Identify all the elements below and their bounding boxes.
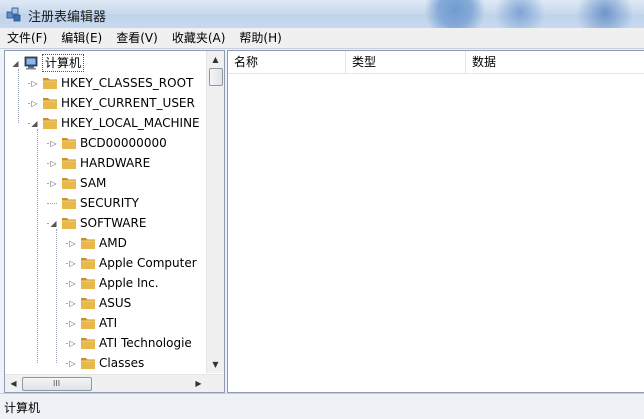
scroll-left-arrow-icon[interactable]: ◀: [5, 375, 22, 392]
window-title: 注册表编辑器: [28, 10, 107, 25]
tree-node[interactable]: ◢ 计算机: [5, 53, 207, 73]
folder-icon: [81, 358, 95, 369]
tree-node-label: ASUS: [99, 296, 132, 310]
tree-node-label: HKEY_LOCAL_MACHINE: [61, 116, 200, 130]
tree-node[interactable]: ▷ ATI Technologie: [5, 333, 207, 353]
tree-node[interactable]: ▷ HARDWARE: [5, 153, 207, 173]
menu-help[interactable]: 帮助(H): [232, 28, 288, 48]
folder-icon: [43, 118, 57, 129]
scroll-right-arrow-icon[interactable]: ▶: [190, 375, 207, 392]
tree-node[interactable]: ▷ Classes: [5, 353, 207, 373]
folder-icon: [62, 158, 76, 169]
tree-node[interactable]: ▷ SAM: [5, 173, 207, 193]
folder-icon: [43, 98, 57, 109]
expand-arrow-icon[interactable]: ▷: [68, 239, 77, 248]
horizontal-scroll-thumb[interactable]: III: [22, 377, 92, 391]
expand-arrow-icon[interactable]: ▷: [30, 99, 39, 108]
tree-node-label: BCD00000000: [80, 136, 167, 150]
scroll-down-arrow-icon[interactable]: ▼: [207, 356, 224, 373]
folder-icon: [62, 178, 76, 189]
vertical-scroll-thumb[interactable]: [209, 68, 223, 86]
tree-node[interactable]: ▷ HKEY_CLASSES_ROOT: [5, 73, 207, 93]
column-data[interactable]: 数据: [466, 51, 644, 73]
tree-node-label: Apple Inc.: [99, 276, 159, 290]
tree-node[interactable]: ◢ HKEY_LOCAL_MACHINE: [5, 113, 207, 133]
expand-arrow-icon[interactable]: ▷: [68, 319, 77, 328]
expand-arrow-icon[interactable]: ▷: [49, 179, 58, 188]
menu-file[interactable]: 文件(F): [0, 28, 54, 48]
tree-node-label: HKEY_CURRENT_USER: [61, 96, 195, 110]
tree-vertical-scrollbar[interactable]: ▲ ▼: [206, 51, 224, 373]
tree-node[interactable]: ◢ SOFTWARE: [5, 213, 207, 233]
list-header: 名称 类型 数据: [228, 51, 644, 74]
expand-arrow-icon[interactable]: ▷: [49, 139, 58, 148]
folder-icon: [81, 298, 95, 309]
tree-node-label: HARDWARE: [80, 156, 151, 170]
tree-node-label: Apple Computer: [99, 256, 197, 270]
tree-node-label: HKEY_CLASSES_ROOT: [61, 76, 194, 90]
tree-node[interactable]: ▷ BCD00000000: [5, 133, 207, 153]
scroll-corner: [207, 375, 224, 392]
folder-icon: [62, 218, 76, 229]
folder-icon: [62, 138, 76, 149]
tree-node[interactable]: ▷ HKEY_CURRENT_USER: [5, 93, 207, 113]
expand-arrow-icon[interactable]: ▷: [68, 299, 77, 308]
folder-icon: [62, 198, 76, 209]
status-path: 计算机: [4, 401, 41, 415]
tree-node[interactable]: ▷ Apple Inc.: [5, 273, 207, 293]
folder-icon: [81, 278, 95, 289]
collapse-arrow-icon[interactable]: ◢: [11, 59, 20, 68]
menu-favorites[interactable]: 收藏夹(A): [165, 28, 233, 48]
expand-arrow-icon[interactable]: ▷: [68, 339, 77, 348]
regedit-app-icon[interactable]: [6, 6, 22, 22]
expand-arrow-icon[interactable]: ▷: [49, 159, 58, 168]
tree-node[interactable]: ▷ ATI: [5, 313, 207, 333]
tree-node-label: AMD: [99, 236, 127, 250]
tree-node-label: SECURITY: [80, 196, 139, 210]
tree-node-label: ATI Technologie: [99, 336, 192, 350]
key-tree-pane[interactable]: ◢ 计算机 ▷ HKEY_CLASSES_ROOT ▷ HKEY_CURRENT_USER…: [4, 50, 225, 393]
tree-node[interactable]: SECURITY: [5, 193, 207, 213]
tree-node[interactable]: ▷ ASUS: [5, 293, 207, 313]
folder-icon: [81, 258, 95, 269]
column-type[interactable]: 类型: [346, 51, 466, 73]
folder-icon: [81, 238, 95, 249]
tree-node-label: SOFTWARE: [80, 216, 147, 230]
folder-icon: [81, 318, 95, 329]
tree-horizontal-scrollbar[interactable]: ◀ III ▶: [5, 374, 224, 392]
expand-arrow-icon[interactable]: ▷: [68, 279, 77, 288]
computer-icon: [24, 56, 38, 70]
folder-icon: [81, 338, 95, 349]
menu-bar: 文件(F) 编辑(E) 查看(V) 收藏夹(A) 帮助(H): [0, 28, 644, 49]
values-list-pane[interactable]: 名称 类型 数据: [227, 50, 644, 393]
column-name[interactable]: 名称: [228, 51, 346, 73]
expand-arrow-icon[interactable]: ▷: [68, 259, 77, 268]
collapse-arrow-icon[interactable]: ◢: [30, 119, 39, 128]
tree-node[interactable]: ▷ Apple Computer: [5, 253, 207, 273]
menu-view[interactable]: 查看(V): [109, 28, 165, 48]
expand-arrow-icon[interactable]: ▷: [30, 79, 39, 88]
scroll-thumb-grip: III: [53, 379, 61, 388]
collapse-arrow-icon[interactable]: ◢: [49, 219, 58, 228]
tree-node-label: SAM: [80, 176, 107, 190]
expand-arrow-icon[interactable]: ▷: [68, 359, 77, 368]
status-bar: 计算机: [0, 393, 644, 419]
tree-connector: [47, 203, 57, 204]
title-bar[interactable]: 注册表编辑器: [0, 0, 644, 34]
tree-node-label: Classes: [99, 356, 145, 370]
menu-edit[interactable]: 编辑(E): [54, 28, 109, 48]
scroll-up-arrow-icon[interactable]: ▲: [207, 51, 224, 68]
tree-node[interactable]: ▷ AMD: [5, 233, 207, 253]
tree-node-label: 计算机: [42, 54, 85, 72]
tree-node-label: ATI: [99, 316, 118, 330]
folder-icon: [43, 78, 57, 89]
key-tree: ◢ 计算机 ▷ HKEY_CLASSES_ROOT ▷ HKEY_CURRENT_USER…: [5, 51, 207, 373]
registry-editor-window: 注册表编辑器 文件(F) 编辑(E) 查看(V) 收藏夹(A) 帮助(H) ◢ 计…: [0, 0, 644, 419]
